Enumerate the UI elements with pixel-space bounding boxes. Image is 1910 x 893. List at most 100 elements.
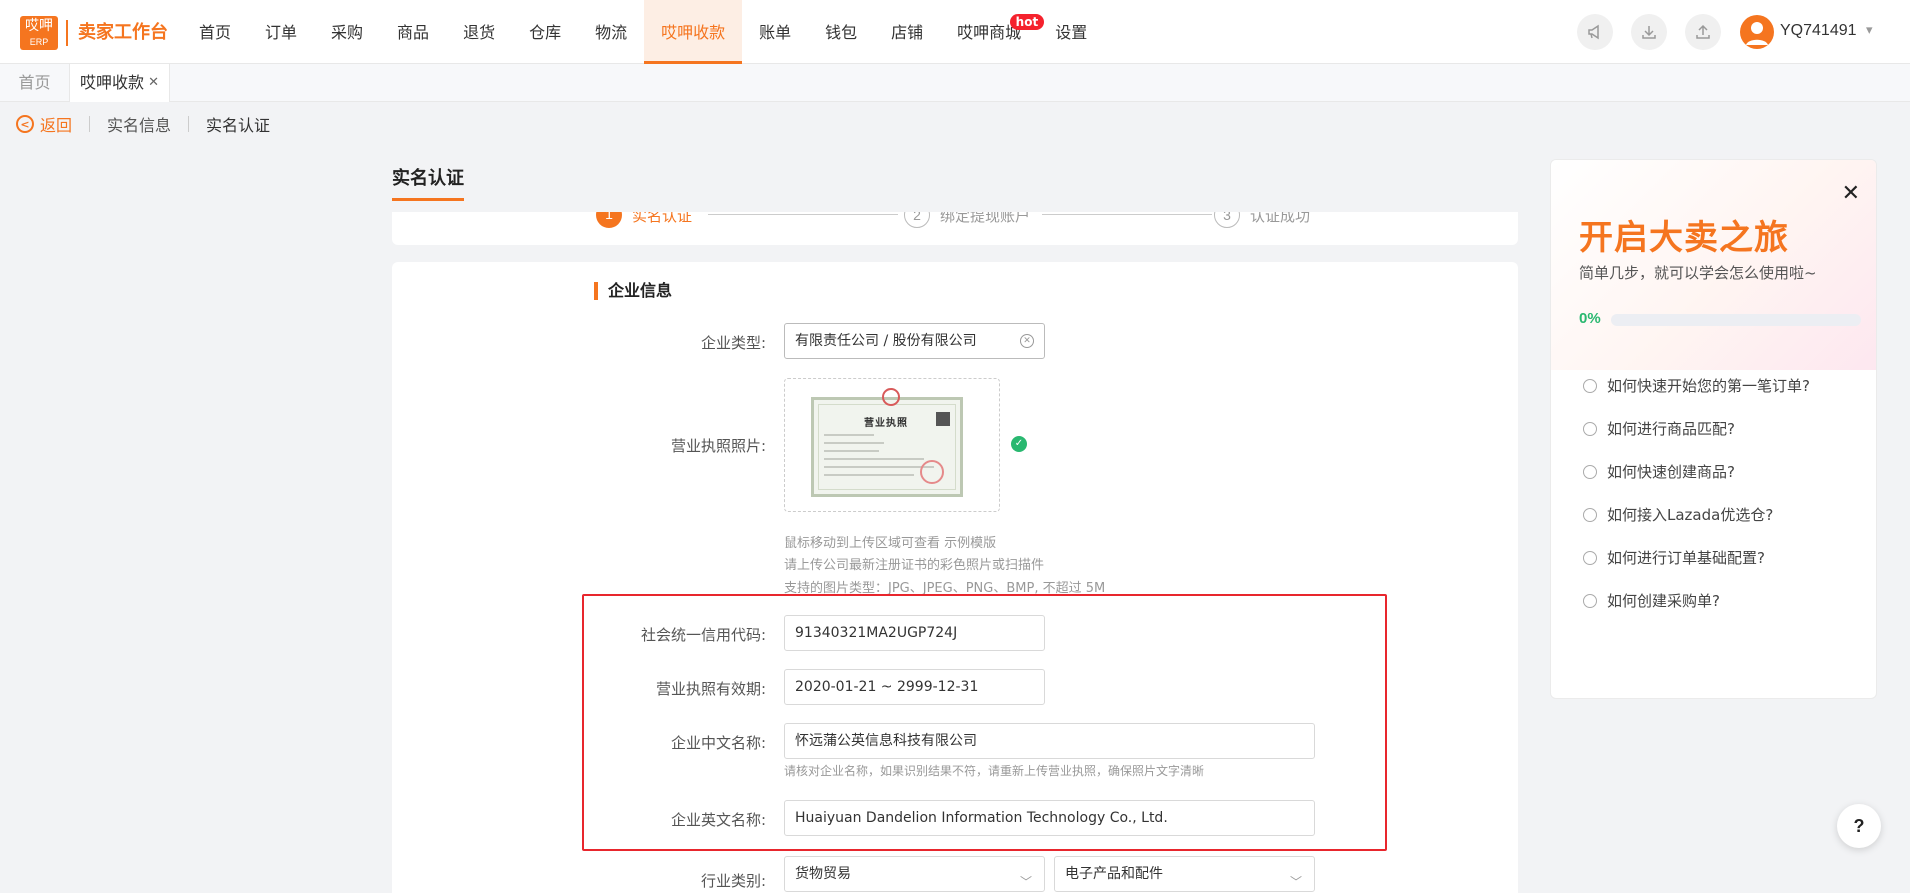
guide-question-order-config[interactable]: 如何进行订单基础配置? [1583,536,1810,579]
close-icon[interactable]: ✕ [1842,180,1860,206]
question-label: 如何进行订单基础配置? [1607,549,1765,567]
main-nav: 首页 订单 采购 商品 退货 仓库 物流 哎呷收款 账单 钱包 店铺 哎呷商城 … [182,0,1104,64]
guide-question-product-match[interactable]: 如何进行商品匹配? [1583,407,1810,450]
top-navigation-bar: 哎呷 ERP 卖家工作台 首页 订单 采购 商品 退货 仓库 物流 哎呷收款 账… [0,0,1910,64]
nav-item-wallet[interactable]: 钱包 [808,0,874,64]
question-label: 如何创建采购单? [1607,592,1720,610]
close-icon[interactable]: ✕ [148,64,159,102]
step-number: 1 [596,212,622,228]
breadcrumb: < 返回 实名信息 实名认证 [16,112,270,136]
upload-icon[interactable] [1685,14,1721,50]
question-label: 如何进行商品匹配? [1607,420,1735,438]
step-2: 2 绑定提现账户 [904,212,1030,228]
company-type-value: 有限责任公司 / 股份有限公司 [795,333,977,349]
nav-item-purchase[interactable]: 采购 [314,0,380,64]
license-text-line [824,474,914,476]
guide-question-purchase-order[interactable]: 如何创建采购单? [1583,579,1810,622]
steps-card: 1 实名认证 2 绑定提现账户 3 认证成功 [392,212,1518,245]
step-label: 实名认证 [632,212,693,225]
license-text-line [824,442,884,444]
upload-hint-color: 请上传公司最新注册证书的彩色照片或扫描件 [784,558,1045,573]
license-emblem [882,388,900,406]
guide-question-lazada[interactable]: 如何接入Lazada优选仓? [1583,493,1810,536]
brand-title: 卖家工作台 [66,20,168,46]
nav-item-mall[interactable]: 哎呷商城 hot [940,0,1045,64]
question-label: 如何快速创建商品? [1607,463,1735,481]
en-name-input[interactable]: Huaiyuan Dandelion Information Technolog… [784,800,1315,836]
onboarding-guide-panel: ✕ 开启大卖之旅 简单几步，就可以学会怎么使用啦~ 0% 如何快速开始您的第一笔… [1550,159,1877,699]
guide-progress-bar [1611,314,1861,326]
license-qr-code [936,412,950,426]
nav-item-home[interactable]: 首页 [182,0,248,64]
step-number: 2 [904,212,930,228]
license-image: 营业执照 [811,388,963,497]
validity-label: 营业执照有效期: [655,680,766,698]
avatar[interactable] [1740,15,1774,49]
check-circle-icon: ✓ [1011,436,1027,452]
license-upload-area[interactable]: 营业执照 [784,378,1000,512]
logo-sub: ERP [29,37,49,47]
chevron-down-icon: ﹀ [1019,875,1032,889]
guide-question-first-order[interactable]: 如何快速开始您的第一笔订单? [1583,364,1810,407]
logo-text: 哎呷 [25,18,53,34]
nav-item-logistics[interactable]: 物流 [578,0,644,64]
license-text-line [824,466,934,468]
step-connector [1042,214,1212,215]
chevron-down-icon: ﹀ [1289,875,1302,889]
radio-icon [1583,593,1597,608]
app-logo[interactable]: 哎呷 ERP [20,16,58,50]
back-button[interactable]: < 返回 [16,112,72,136]
upload-hint-preview: 鼠标移动到上传区域可查看 示例模版 [784,536,997,551]
help-button[interactable]: ? [1837,804,1881,848]
validity-date-range-input[interactable]: 2020-01-21 ~ 2999-12-31 [784,669,1045,705]
guide-progress-label: 0% [1579,310,1601,327]
download-icon[interactable] [1631,14,1667,50]
nav-item-payments[interactable]: 哎呷收款 [644,0,743,64]
credit-code-label: 社会统一信用代码: [640,626,766,644]
step-connector [708,214,898,215]
radio-icon [1583,464,1597,479]
radio-icon [1583,507,1597,522]
back-label: 返回 [40,116,73,135]
clear-icon[interactable]: ✕ [1020,334,1034,348]
step-3: 3 认证成功 [1214,212,1310,228]
industry-primary-value: 货物贸易 [795,866,851,882]
radio-icon [1583,421,1597,436]
step-1: 1 实名认证 [596,212,692,228]
cn-name-input[interactable]: 怀远蒲公英信息科技有限公司 [784,723,1315,759]
credit-code-input[interactable]: 91340321MA2UGP724J [784,615,1045,651]
nav-item-stores[interactable]: 店铺 [874,0,940,64]
megaphone-icon[interactable] [1577,14,1613,50]
nav-item-orders[interactable]: 订单 [248,0,314,64]
nav-item-products[interactable]: 商品 [380,0,446,64]
nav-item-bills[interactable]: 账单 [742,0,808,64]
guide-title: 开启大卖之旅 [1579,218,1789,258]
tab-bar: 首页 哎呷收款 ✕ [0,64,1910,102]
guide-question-list: 如何快速开始您的第一笔订单? 如何进行商品匹配? 如何快速创建商品? 如何接入L… [1583,364,1810,622]
guide-question-create-product[interactable]: 如何快速创建商品? [1583,450,1810,493]
company-type-select[interactable]: 有限责任公司 / 股份有限公司 ✕ [784,323,1045,359]
license-photo-label: 营业执照照片: [670,437,766,455]
chevron-down-icon[interactable]: ▾ [1866,22,1873,38]
nav-item-settings[interactable]: 设置 [1038,0,1104,64]
tab-payments-label: 哎呷收款 [80,73,145,92]
step-label: 绑定提现账户 [940,212,1031,225]
industry-select-primary[interactable]: 货物贸易 ﹀ [784,856,1045,892]
tab-home[interactable]: 首页 [0,64,70,102]
nav-item-returns[interactable]: 退货 [446,0,512,64]
divider [89,116,91,132]
guide-subtitle: 简单几步，就可以学会怎么使用啦~ [1579,264,1817,282]
tab-payments[interactable]: 哎呷收款 ✕ [70,64,170,102]
question-label: 如何接入Lazada优选仓? [1607,506,1774,524]
license-title: 营业执照 [864,418,908,429]
username[interactable]: YQ741491 [1780,22,1857,40]
step-number: 3 [1214,212,1240,228]
cn-name-label: 企业中文名称: [670,734,766,752]
industry-secondary-value: 电子产品和配件 [1065,866,1163,882]
license-text-line [824,458,924,460]
breadcrumb-item-realname-info[interactable]: 实名信息 [107,112,171,136]
question-label: 如何快速开始您的第一笔订单? [1607,377,1810,395]
industry-select-secondary[interactable]: 电子产品和配件 ﹀ [1054,856,1315,892]
industry-label: 行业类别: [700,872,766,890]
nav-item-warehouse[interactable]: 仓库 [512,0,578,64]
